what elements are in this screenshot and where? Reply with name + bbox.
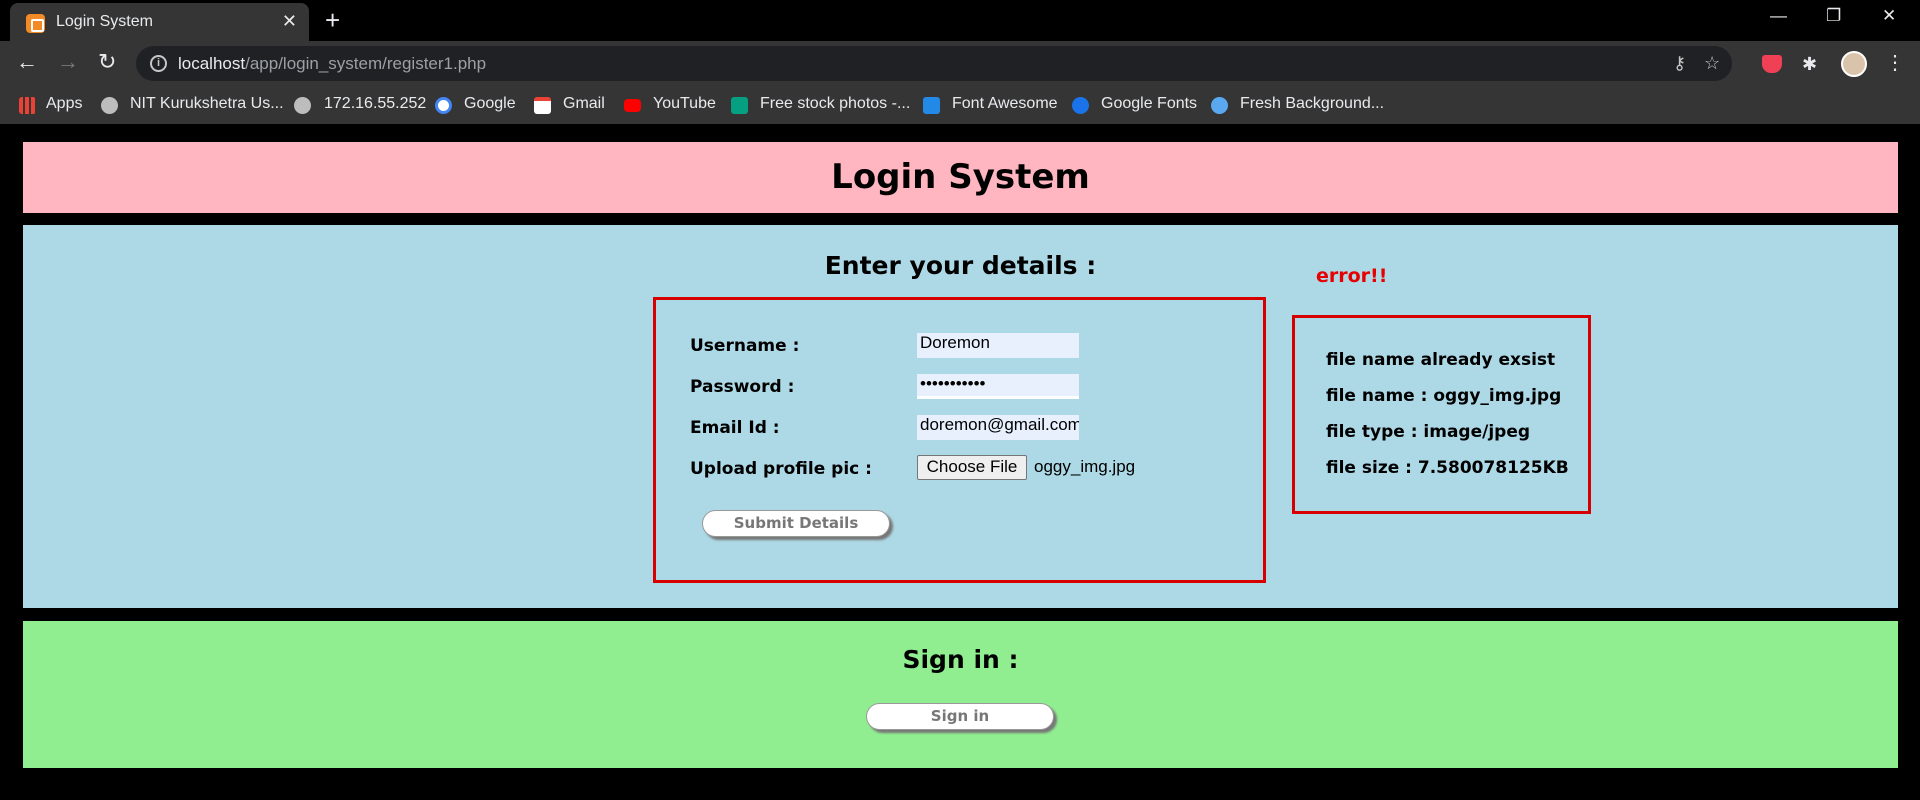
browser-menu-icon[interactable]: ⋮ xyxy=(1885,50,1905,75)
password-field[interactable]: ••••••••••• xyxy=(917,374,1079,399)
bookmark-ip-address[interactable]: 172.16.55.252 xyxy=(324,95,426,113)
window-close-icon[interactable]: ✕ xyxy=(1882,6,1896,26)
upload-label: Upload profile pic : xyxy=(690,459,872,479)
site-info-icon[interactable]: i xyxy=(150,55,167,72)
youtube-icon xyxy=(624,99,641,112)
bookmark-google[interactable]: Google xyxy=(464,95,516,113)
bookmarks-bar: Apps NIT Kurukshetra Us... 172.16.55.252… xyxy=(0,87,1920,124)
forward-arrow-icon[interactable]: → xyxy=(57,50,79,74)
apps-grid-icon xyxy=(19,97,36,114)
page-content: Login System Enter your details : error!… xyxy=(0,124,1920,800)
google-icon xyxy=(435,97,452,114)
bookmark-free-stock-photos[interactable]: Free stock photos -... xyxy=(760,95,910,113)
bookmark-youtube[interactable]: YouTube xyxy=(653,95,716,113)
new-tab-icon[interactable]: + xyxy=(325,6,340,34)
error-heading: error!! xyxy=(1316,265,1388,287)
error-file-type: file type : image/jpeg xyxy=(1326,422,1531,442)
minimize-icon[interactable]: — xyxy=(1770,6,1787,26)
bookmark-apps[interactable]: Apps xyxy=(46,95,82,113)
email-field[interactable]: doremon@gmail.com xyxy=(917,415,1079,440)
password-label: Password : xyxy=(690,377,795,397)
selected-file-name: oggy_img.jpg xyxy=(1034,457,1136,476)
xampp-favicon-icon xyxy=(26,14,45,33)
extensions-puzzle-icon[interactable]: ✱ xyxy=(1802,54,1817,75)
browser-toolbar: ← → ↻ i localhost/app/login_system/regis… xyxy=(0,41,1920,87)
tab-strip: Login System ✕ + — ❐ ✕ xyxy=(0,0,1920,41)
signin-button[interactable]: Sign in xyxy=(866,703,1054,730)
bookmark-google-fonts[interactable]: Google Fonts xyxy=(1101,95,1197,113)
back-arrow-icon[interactable]: ← xyxy=(16,50,38,74)
bookmark-fresh-background[interactable]: Fresh Background... xyxy=(1240,95,1384,113)
key-icon[interactable]: ⚷ xyxy=(1673,53,1686,74)
register-form: Username : Doremon Password : ••••••••••… xyxy=(653,297,1266,583)
stock-photos-icon xyxy=(731,97,748,114)
username-label: Username : xyxy=(690,336,800,356)
signin-heading: Sign in : xyxy=(902,645,1019,674)
reload-icon[interactable]: ↻ xyxy=(98,50,116,74)
register-section: Enter your details : error!! Username : … xyxy=(23,225,1898,608)
gmail-icon xyxy=(534,97,551,114)
page-title: Login System xyxy=(831,157,1090,197)
background-icon xyxy=(1211,97,1228,114)
error-panel: file name already exsist file name : ogg… xyxy=(1292,315,1591,514)
bookmark-nit-kurukshetra[interactable]: NIT Kurukshetra Us... xyxy=(130,95,284,113)
pocket-extension-icon[interactable] xyxy=(1762,55,1782,73)
error-message: file name already exsist xyxy=(1326,350,1556,370)
bookmark-star-icon[interactable]: ☆ xyxy=(1704,53,1720,74)
details-heading: Enter your details : xyxy=(824,251,1097,280)
email-label: Email Id : xyxy=(690,418,780,438)
error-file-name: file name : oggy_img.jpg xyxy=(1326,386,1562,406)
globe-icon xyxy=(101,97,118,114)
bookmark-gmail[interactable]: Gmail xyxy=(563,95,605,113)
bookmark-font-awesome[interactable]: Font Awesome xyxy=(952,95,1058,113)
restore-icon[interactable]: ❐ xyxy=(1826,6,1841,26)
tab-title: Login System xyxy=(56,13,153,30)
browser-tab[interactable]: Login System ✕ xyxy=(10,3,309,41)
error-file-size: file size : 7.580078125KB xyxy=(1326,458,1569,478)
url-text[interactable]: localhost/app/login_system/register1.php xyxy=(178,54,486,74)
choose-file-button[interactable]: Choose File xyxy=(917,455,1027,480)
signin-section: Sign in : Sign in xyxy=(23,621,1898,768)
address-bar[interactable]: i localhost/app/login_system/register1.p… xyxy=(136,46,1732,81)
profile-avatar[interactable] xyxy=(1841,51,1867,77)
google-fonts-icon xyxy=(1072,97,1089,114)
flag-icon xyxy=(923,97,940,114)
page-header: Login System xyxy=(23,142,1898,213)
globe-icon xyxy=(294,97,311,114)
submit-details-button[interactable]: Submit Details xyxy=(702,510,890,537)
username-field[interactable]: Doremon xyxy=(917,333,1079,358)
close-tab-icon[interactable]: ✕ xyxy=(282,11,297,32)
